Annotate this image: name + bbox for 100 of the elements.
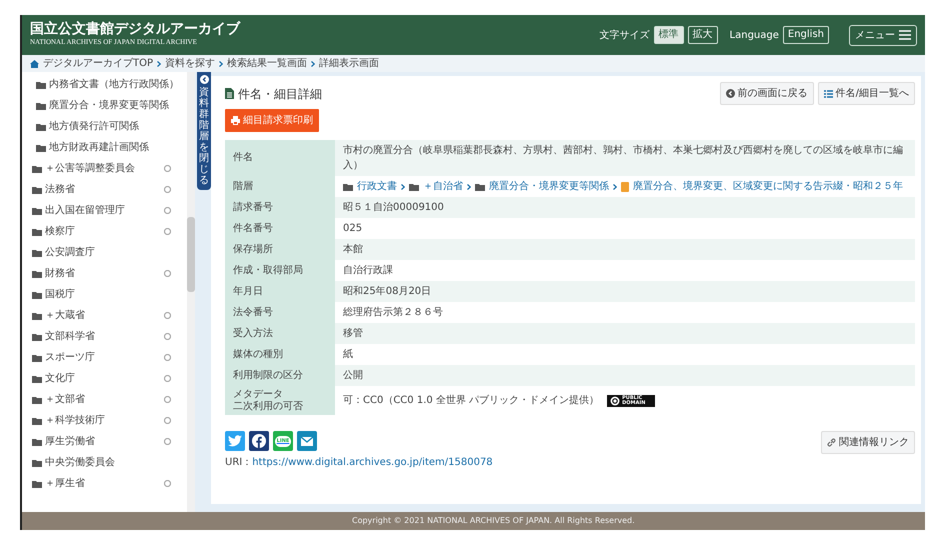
folder-icon [32,186,42,194]
folder-icon [32,332,42,340]
folder-icon [32,248,42,256]
field-value: 本館 [335,239,915,260]
tree-item[interactable]: 内務省文書（地方行政関係） [22,74,187,95]
tree-item[interactable]: 国税庁 [22,284,187,305]
folder-icon [32,354,42,362]
site-logo-title[interactable]: 国立公文書館デジタルアーカイブ [30,22,240,38]
menu-icon [899,30,911,40]
chevron-right-icon [401,184,405,190]
tree-item[interactable]: 廃置分合・境界変更等関係 [22,95,187,116]
folder-icon [32,270,42,278]
tree-item[interactable]: ＋文部省 [22,389,187,410]
copyright-text: Copyright © 2021 NATIONAL ARCHIVES OF JAPAN. All Rights Reserved. [22,512,925,530]
printer-icon [231,116,240,125]
tree-item[interactable]: ＋科学技術庁 [22,410,187,431]
folder-icon [32,438,42,446]
tree-item[interactable]: 文部科学省 [22,326,187,347]
tree-item[interactable]: 出入国在留管理庁 [22,200,187,221]
font-size-label: 文字サイズ [600,28,650,42]
field-label: 受入方法 [225,323,335,344]
field-label: 年月日 [225,281,335,302]
breadcrumb-link[interactable]: 資料を探す [165,56,216,71]
field-label: 保存場所 [225,239,335,260]
field-value: 総理府告示第２８６号 [335,302,915,323]
tree-item[interactable]: 中央労働委員会 [22,452,187,473]
arrow-left-circle-icon [726,89,735,98]
facebook-f-icon[interactable] [249,431,269,451]
tree-item[interactable]: 厚生労働省 [22,431,187,452]
document-icon [225,88,234,99]
tree-item[interactable]: ＋大蔵省 [22,305,187,326]
scrollbar[interactable] [187,72,195,512]
folder-icon [32,206,42,214]
breadcrumb-link[interactable]: デジタルアーカイブTOP [43,56,154,71]
folder-icon [409,182,419,190]
menu-button[interactable]: メニュー [849,24,917,46]
list-icon [824,90,833,98]
field-label: 法令番号 [225,302,335,323]
chevron-left-circle-icon [200,75,208,84]
uri-label: URI： [225,457,252,468]
tree-item[interactable]: ＋公害等調整委員会 [22,158,187,179]
field-label: 件名番号 [225,218,335,239]
chevron-right-icon [613,184,617,190]
font-size-button[interactable]: 標準 [654,26,684,44]
uri-link[interactable]: https://www.digital.archives.go.jp/item/1580078 [252,457,493,468]
tree-item[interactable]: スポーツ庁 [22,347,187,368]
tree-item[interactable]: 地方財政再建計画関係 [22,137,187,158]
hierarchy-link[interactable]: ＋自治省 [423,179,463,194]
folder-icon [36,122,46,130]
hierarchy-link[interactable]: 廃置分合、境界変更、区域変更に関する告示綴・昭和２５年 [633,179,903,194]
folder-icon [32,374,42,382]
tree-item[interactable]: 文化庁 [22,368,187,389]
breadcrumb-link[interactable]: 検索結果一覧画面 [227,56,308,71]
back-button[interactable]: 前の画面に戻る [720,82,814,105]
tree-item[interactable]: 地方債発行許可関係 [22,116,187,137]
tree-item[interactable]: 財務省 [22,263,187,284]
field-label: 件名 [225,140,335,176]
tree-item[interactable]: 法務省 [22,179,187,200]
folder-icon [32,416,42,424]
field-value: 公開 [335,365,915,386]
chevron-right-icon [219,60,224,66]
home-icon [30,60,39,68]
font-size-button[interactable]: 拡大 [688,26,718,44]
field-label: 作成・取得部局 [225,260,335,281]
language-button[interactable]: English [782,26,829,44]
related-links-button[interactable]: 関連情報リンク [821,431,915,454]
folder-icon [475,182,485,190]
field-label: 利用制限の区分 [225,365,335,386]
chevron-right-icon [311,60,316,66]
field-value: 自治行政課 [335,260,915,281]
tree-item[interactable]: ＋厚生省 [22,473,187,494]
link-icon [827,438,836,447]
chevron-right-icon [467,184,471,190]
hierarchy-link[interactable]: 廃置分合・境界変更等関係 [489,179,609,194]
folder-icon [32,480,42,488]
field-value: 025 [335,218,915,239]
field-value: 昭５１自治00009100 [335,197,915,218]
print-button[interactable]: 細目請求票印刷 [225,109,319,132]
list-button[interactable]: 件名/細目一覧へ [818,82,915,105]
field-label: 二次利用の可否 [233,400,304,412]
folder-icon [32,312,42,320]
folder-icon [32,458,42,466]
tree-item[interactable]: 公安調査庁 [22,242,187,263]
folder-icon [36,102,46,110]
chevron-right-icon [157,60,162,66]
folder-icon [32,290,42,298]
folder-icon [36,144,46,152]
tree-item[interactable]: 検察庁 [22,221,187,242]
folder-icon [32,164,42,172]
breadcrumb-current: 詳細表示画面 [319,56,380,71]
language-label: Language [730,28,779,42]
cc-zero-icon [610,396,620,406]
hierarchy-link[interactable]: 行政文書 [357,179,397,194]
folder-icon [32,228,42,236]
field-label: 請求番号 [225,197,335,218]
field-value: 昭和25年08月20日 [335,281,915,302]
mail-icon[interactable] [297,431,317,451]
folder-icon [32,396,42,404]
field-value: 移管 [335,323,915,344]
collapse-tab[interactable]: 資料群階層を閉じる [197,72,211,190]
